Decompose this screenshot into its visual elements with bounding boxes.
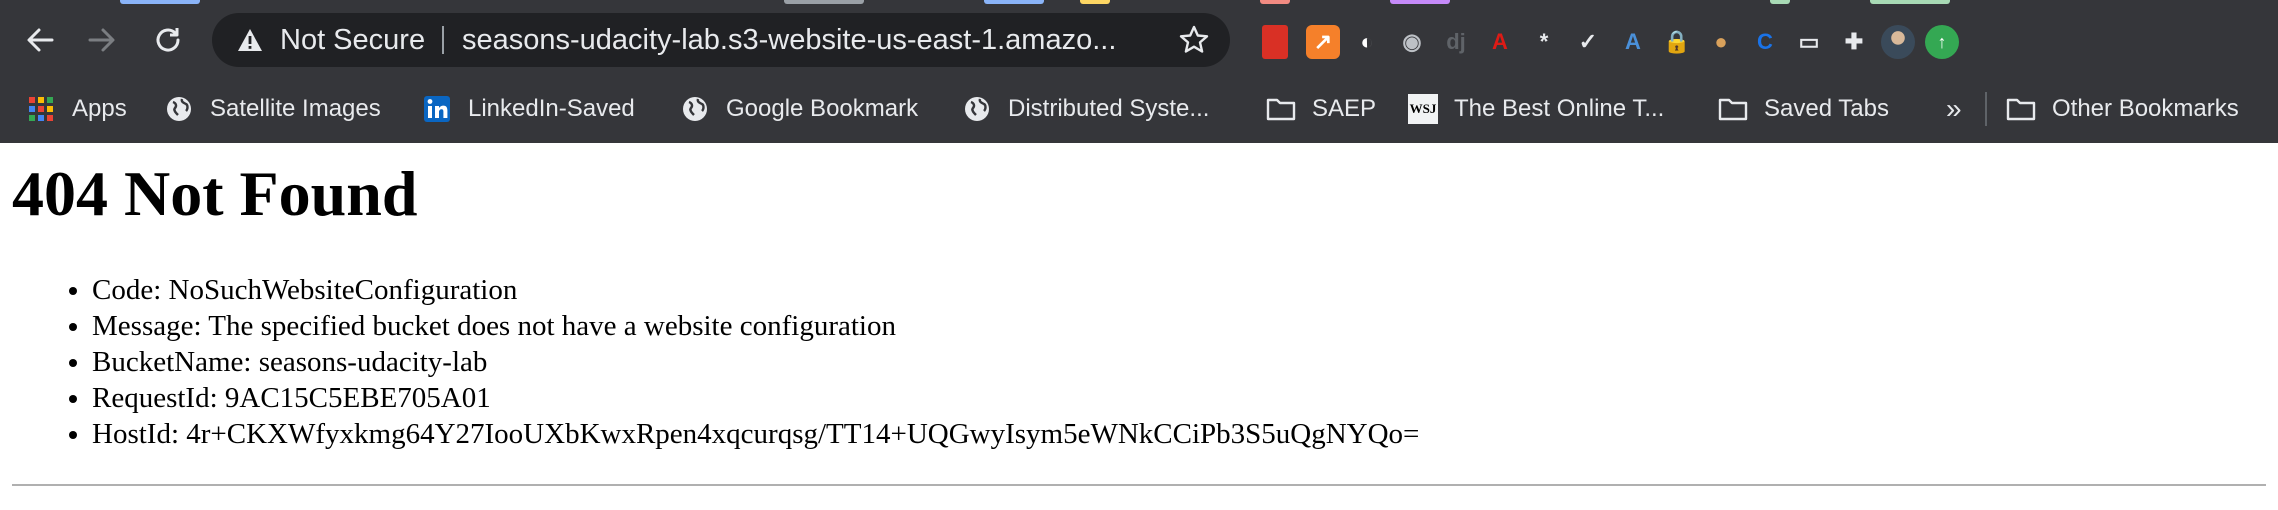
tab-indicator[interactable]	[1390, 0, 1450, 4]
folder-icon	[1266, 94, 1296, 124]
bookmark-label: Apps	[72, 95, 127, 122]
bucket-name: BucketName: seasons-udacity-lab	[92, 344, 1419, 380]
bookmark-star-icon[interactable]	[1178, 24, 1210, 56]
contrast-ext-icon[interactable]: ◐	[1350, 25, 1384, 59]
bookmark-distributed-systems[interactable]: Distributed Syste...	[962, 90, 1209, 128]
record-ext-icon[interactable]: ◉	[1395, 25, 1429, 59]
reload-button[interactable]	[144, 16, 192, 64]
back-arrow-icon	[27, 28, 54, 52]
folder-icon	[1718, 94, 1748, 124]
host-id: HostId: 4r+CKXWfyxkmg64Y27IooUXbKwxRpen4…	[92, 416, 1419, 452]
globe-icon	[962, 94, 992, 124]
bookmark-folder-other-bookmarks[interactable]: Other Bookmarks	[2006, 90, 2239, 128]
back-button[interactable]	[16, 16, 64, 64]
toolbar: Not Secure seasons-udacity-lab.s3-websit…	[0, 6, 2278, 76]
angular-ext-icon[interactable]: A	[1483, 25, 1517, 59]
bookmark-label: LinkedIn-Saved	[468, 95, 635, 122]
chevron-double-right-icon: »	[1946, 93, 1962, 124]
tab-indicator[interactable]	[1870, 0, 1950, 4]
globe-icon	[164, 94, 194, 124]
bookmark-satellite-images[interactable]: Satellite Images	[164, 90, 381, 128]
wsj-logo-text: WSJ	[1409, 101, 1437, 116]
tab-indicator[interactable]	[1080, 0, 1110, 4]
omnibox-divider	[442, 26, 444, 54]
linkedin-icon	[422, 94, 452, 124]
bookmark-folder-saved-tabs[interactable]: Saved Tabs	[1718, 90, 1889, 128]
tab-indicator[interactable]	[784, 0, 864, 4]
globe-icon	[680, 94, 710, 124]
password-ext-icon[interactable]: *	[1527, 25, 1561, 59]
bookmark-linkedin-saved[interactable]: LinkedIn-Saved	[422, 90, 635, 128]
translate-ext-icon[interactable]: A	[1616, 25, 1650, 59]
django-ext-icon[interactable]: dj	[1439, 25, 1473, 59]
window-ext-icon[interactable]: ▭	[1792, 25, 1826, 59]
bookmark-label: Google Bookmark	[726, 95, 919, 122]
warning-icon	[238, 29, 262, 51]
horizontal-rule	[12, 484, 2266, 486]
error-message: Message: The specified bucket does not h…	[92, 308, 1419, 344]
url-text[interactable]: seasons-udacity-lab.s3-website-us-east-1…	[462, 23, 1116, 57]
bookmarks-overflow-button[interactable]: »	[1946, 90, 1962, 128]
security-label[interactable]: Not Secure	[280, 23, 425, 57]
puzzle-extensions-icon[interactable]: ✚	[1837, 25, 1871, 59]
bookmark-wsj[interactable]: WSJ The Best Online T...	[1408, 90, 1664, 128]
update-icon[interactable]: ↑	[1925, 25, 1959, 59]
page-content: 404 Not Found Code: NoSuchWebsiteConfigu…	[0, 143, 2278, 510]
error-code: Code: NoSuchWebsiteConfiguration	[92, 272, 1419, 308]
lock-ext-icon[interactable]: 🔒	[1660, 25, 1694, 59]
bookmark-label: SAEP	[1312, 95, 1377, 122]
sync-ext-icon[interactable]: C	[1748, 25, 1782, 59]
profile-avatar[interactable]	[1881, 25, 1915, 59]
bookmark-label: Other Bookmarks	[2052, 95, 2239, 122]
bookmark-label: Distributed Syste...	[1008, 95, 1210, 122]
bookmark-ext-icon[interactable]	[1262, 25, 1288, 59]
page-title: 404 Not Found	[12, 158, 418, 229]
browser-chrome: Not Secure seasons-udacity-lab.s3-websit…	[0, 0, 2278, 143]
bookmark-label: Saved Tabs	[1764, 95, 1889, 122]
tab-indicator[interactable]	[1770, 0, 1790, 4]
bookmark-label: The Best Online T...	[1454, 95, 1665, 122]
bookmark-label: Satellite Images	[210, 95, 381, 122]
error-details-list: Code: NoSuchWebsiteConfiguration Message…	[0, 272, 1419, 452]
bookmark-apps[interactable]: Apps	[26, 90, 127, 128]
apps-grid-icon	[26, 94, 56, 124]
bookmark-google-bookmark[interactable]: Google Bookmark	[680, 90, 918, 128]
forward-button[interactable]	[78, 16, 126, 64]
bookmarks-divider	[1985, 92, 1987, 126]
folder-icon	[2006, 94, 2036, 124]
reload-icon	[156, 28, 180, 52]
tab-indicator[interactable]	[1260, 0, 1290, 4]
request-id: RequestId: 9AC15C5EBE705A01	[92, 380, 1419, 416]
cookie-ext-icon[interactable]: ●	[1704, 25, 1738, 59]
tab-indicator[interactable]	[984, 0, 1044, 4]
chart-ext-icon[interactable]: ↗	[1306, 25, 1340, 59]
bookmarks-bar: Apps Satellite Images LinkedIn-Saved Goo…	[0, 76, 2278, 142]
notes-ext-icon[interactable]: ✓	[1571, 25, 1605, 59]
forward-arrow-icon	[88, 28, 115, 52]
address-bar[interactable]: Not Secure seasons-udacity-lab.s3-websit…	[212, 13, 1230, 67]
tab-indicator[interactable]	[120, 0, 200, 4]
wsj-icon: WSJ	[1408, 94, 1438, 124]
bookmark-folder-saep[interactable]: SAEP	[1266, 90, 1376, 128]
